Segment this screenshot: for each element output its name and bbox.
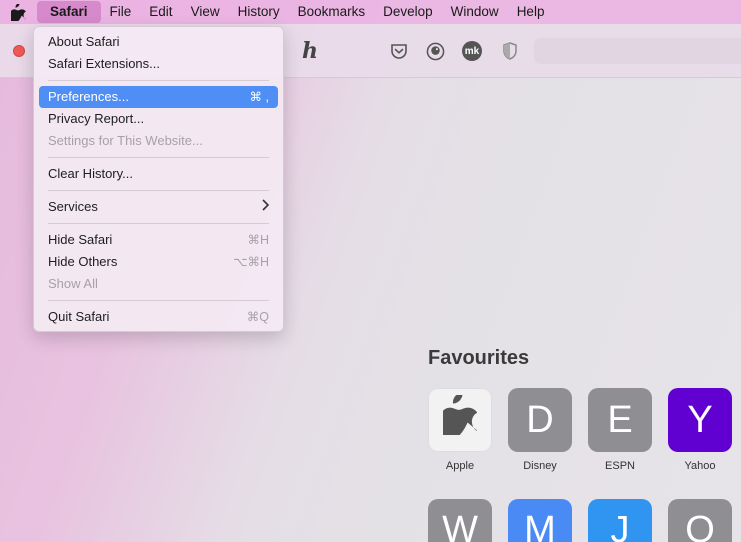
tile-letter: O bbox=[685, 509, 715, 542]
menu-safari[interactable]: Safari bbox=[37, 1, 101, 23]
hide-others-label: Hide Others bbox=[48, 254, 118, 269]
menu-item-hide-others[interactable]: Hide Others ⌥⌘H bbox=[39, 251, 278, 273]
tile-letter: W bbox=[442, 509, 478, 542]
menu-separator bbox=[48, 223, 269, 224]
clear-history-label: Clear History... bbox=[48, 166, 133, 181]
menu-item-about-safari[interactable]: About Safari bbox=[39, 31, 278, 53]
hide-others-shortcut: ⌥⌘H bbox=[233, 255, 269, 269]
menu-file[interactable]: File bbox=[101, 1, 141, 23]
menu-history[interactable]: History bbox=[229, 1, 289, 23]
quit-label: Quit Safari bbox=[48, 309, 110, 324]
favourite-tile[interactable]: J bbox=[588, 499, 652, 542]
mk-extension-icon[interactable]: mk bbox=[460, 39, 484, 63]
mk-text: mk bbox=[462, 41, 482, 61]
menu-separator bbox=[48, 300, 269, 301]
favourite-tile[interactable]: O bbox=[668, 499, 732, 542]
honey-h-text: h bbox=[302, 38, 318, 64]
menu-item-show-all: Show All bbox=[39, 273, 278, 295]
menu-separator bbox=[48, 190, 269, 191]
chevron-right-icon bbox=[261, 196, 270, 218]
menu-separator bbox=[48, 157, 269, 158]
favourite-label: ESPN bbox=[605, 460, 635, 472]
address-bar[interactable] bbox=[534, 38, 741, 64]
menu-item-quit-safari[interactable]: Quit Safari ⌘Q bbox=[39, 306, 278, 328]
honey-h-icon[interactable]: h bbox=[298, 38, 322, 64]
hide-safari-label: Hide Safari bbox=[48, 232, 113, 247]
services-label: Services bbox=[48, 199, 98, 214]
favourites-title: Favourites bbox=[428, 347, 530, 369]
tile-letter: D bbox=[526, 398, 554, 441]
menu-window[interactable]: Window bbox=[442, 1, 508, 23]
menu-item-settings-for-website: Settings for This Website... bbox=[39, 130, 278, 152]
menu-develop[interactable]: Develop bbox=[374, 1, 442, 23]
apple-menu-icon[interactable] bbox=[11, 3, 29, 21]
safari-menu-dropdown: About Safari Safari Extensions... Prefer… bbox=[33, 26, 284, 332]
favourite-tile-apple[interactable] bbox=[428, 388, 492, 452]
menu-item-hide-safari[interactable]: Hide Safari ⌘H bbox=[39, 229, 278, 251]
favourite-label: Yahoo bbox=[684, 460, 716, 472]
preferences-label: Preferences... bbox=[48, 89, 129, 104]
menu-item-preferences[interactable]: Preferences... ⌘ , bbox=[39, 86, 278, 108]
menu-edit[interactable]: Edit bbox=[140, 1, 181, 23]
preferences-shortcut: ⌘ , bbox=[249, 90, 269, 104]
menu-item-safari-extensions[interactable]: Safari Extensions... bbox=[39, 53, 278, 75]
tile-letter: Y bbox=[687, 398, 713, 441]
favourite-tile[interactable]: M bbox=[508, 499, 572, 542]
favourite-label: Apple bbox=[445, 460, 475, 472]
show-all-label: Show All bbox=[48, 276, 98, 291]
pocket-icon[interactable] bbox=[387, 39, 411, 63]
settings-site-label: Settings for This Website... bbox=[48, 133, 203, 148]
favourite-tile[interactable]: W bbox=[428, 499, 492, 542]
privacy-shield-icon[interactable] bbox=[498, 39, 522, 63]
tile-letter: M bbox=[524, 509, 556, 542]
about-label: About Safari bbox=[48, 34, 120, 49]
menu-bar: Safari File Edit View History Bookmarks … bbox=[0, 0, 741, 24]
apple-icon bbox=[435, 392, 479, 445]
menu-item-privacy-report[interactable]: Privacy Report... bbox=[39, 108, 278, 130]
privacy-label: Privacy Report... bbox=[48, 111, 145, 126]
favourite-tile-espn[interactable]: E bbox=[588, 388, 652, 452]
extensions-label: Safari Extensions... bbox=[48, 56, 160, 71]
close-window-button[interactable] bbox=[13, 45, 25, 57]
duckduckgo-icon[interactable] bbox=[423, 39, 447, 63]
tile-letter: E bbox=[607, 398, 633, 441]
quit-shortcut: ⌘Q bbox=[246, 310, 269, 324]
menu-bookmarks[interactable]: Bookmarks bbox=[289, 1, 375, 23]
tile-letter: J bbox=[610, 509, 630, 542]
menu-separator bbox=[48, 80, 269, 81]
favourite-tile-yahoo[interactable]: Y bbox=[668, 388, 732, 452]
menu-item-clear-history[interactable]: Clear History... bbox=[39, 163, 278, 185]
menu-help[interactable]: Help bbox=[508, 1, 554, 23]
menu-item-services[interactable]: Services bbox=[39, 196, 278, 218]
hide-safari-shortcut: ⌘H bbox=[247, 233, 269, 247]
menu-view[interactable]: View bbox=[182, 1, 229, 23]
favourite-label: Disney bbox=[523, 460, 557, 472]
favourite-tile-disney[interactable]: D bbox=[508, 388, 572, 452]
